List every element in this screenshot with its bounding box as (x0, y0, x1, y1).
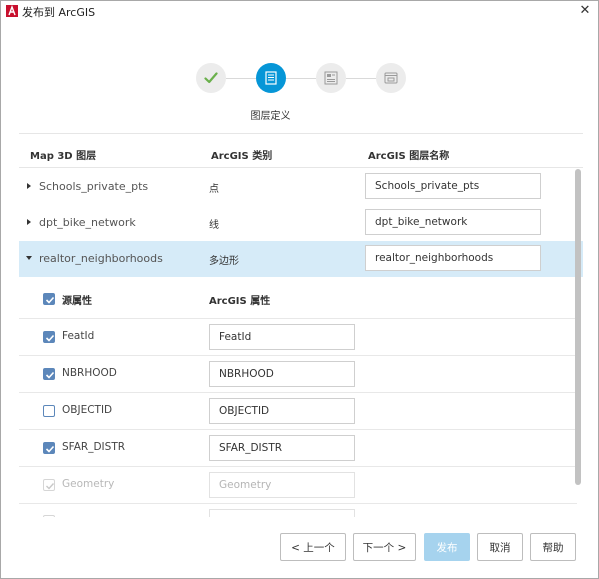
attribute-name: Geometry (62, 478, 115, 490)
layout-icon (324, 71, 338, 85)
checkmark-icon (45, 445, 55, 453)
attribute-row-partial (19, 503, 577, 517)
window-title: 发布到 ArcGIS (22, 6, 96, 19)
help-button[interactable]: 帮助 (530, 533, 576, 561)
arcgis-attribute-input[interactable] (209, 361, 355, 387)
title-bar: 发布到 ArcGIS ✕ (1, 1, 598, 23)
attribute-checkbox-disabled (43, 479, 55, 491)
attribute-list: 源属性 ArcGIS 属性 FeatId NBRHOOD OBJECTID (19, 277, 583, 517)
layer-category: 点 (209, 184, 219, 195)
column-header-layer: Map 3D 图层 (30, 151, 97, 162)
column-header-divider (19, 167, 583, 168)
step-connector (226, 78, 256, 79)
step-connector (286, 78, 316, 79)
attribute-row[interactable]: NBRHOOD (19, 355, 577, 391)
window-icon (384, 72, 398, 84)
attribute-row[interactable]: OBJECTID (19, 392, 577, 428)
layer-name: dpt_bike_network (39, 216, 136, 229)
arcgis-attribute-input[interactable] (209, 435, 355, 461)
arcgis-layer-name-input[interactable] (365, 245, 541, 271)
step-connector (346, 78, 376, 79)
column-header-arcgis-name: ArcGIS 图层名称 (368, 151, 450, 162)
layer-name: realtor_neighborhoods (39, 252, 163, 265)
expand-caret-icon[interactable] (27, 219, 31, 225)
arcgis-attribute-header: ArcGIS 属性 (209, 296, 271, 307)
attribute-checkbox[interactable] (43, 442, 55, 454)
wizard-stepper (1, 63, 599, 95)
arcgis-layer-name-input[interactable] (365, 209, 541, 235)
attribute-name: FeatId (62, 330, 95, 342)
check-icon (204, 72, 218, 84)
attribute-row[interactable]: FeatId (19, 318, 577, 354)
publish-dialog: 发布到 ArcGIS ✕ 图层定义 Map 3D 图层 ArcGIS 类别 Ar… (0, 0, 599, 579)
checkmark-icon (46, 483, 55, 490)
collapse-caret-icon[interactable] (26, 256, 32, 260)
layer-row[interactable]: dpt_bike_network 线 (19, 205, 583, 241)
attribute-checkbox-disabled (43, 515, 55, 517)
select-all-checkbox[interactable] (43, 293, 55, 305)
step-settings[interactable] (316, 63, 346, 93)
next-button[interactable]: 下一个 > (353, 533, 416, 561)
arcgis-attribute-input[interactable] (209, 398, 355, 424)
attribute-name: OBJECTID (62, 404, 113, 416)
step-layer-definition[interactable] (256, 63, 286, 93)
arcgis-layer-name-input[interactable] (365, 173, 541, 199)
arcgis-attribute-input-disabled (209, 472, 355, 498)
checkmark-icon (45, 296, 55, 304)
header-divider (19, 133, 583, 134)
step-publish[interactable] (376, 63, 406, 93)
active-step-label: 图层定义 (250, 111, 291, 122)
step-complete[interactable] (196, 63, 226, 93)
arcgis-attribute-input[interactable] (209, 324, 355, 350)
autocad-app-icon (6, 5, 18, 17)
layer-row[interactable]: Schools_private_pts 点 (19, 169, 583, 205)
arcgis-attribute-input-disabled (209, 509, 355, 517)
attribute-row-disabled: Geometry (19, 466, 577, 502)
close-button[interactable]: ✕ (578, 3, 592, 19)
cancel-button[interactable]: 取消 (477, 533, 523, 561)
previous-button[interactable]: < 上一个 (280, 533, 346, 561)
column-header-category: ArcGIS 类别 (211, 151, 273, 162)
checkmark-icon (45, 334, 55, 342)
attribute-name: SFAR_DISTR (62, 441, 126, 453)
source-attribute-header: 源属性 (62, 296, 92, 307)
layer-category: 线 (209, 220, 219, 231)
attribute-row[interactable]: SFAR_DISTR (19, 429, 577, 465)
attribute-header-row: 源属性 ArcGIS 属性 (19, 277, 577, 317)
attribute-name: NBRHOOD (62, 367, 117, 379)
vertical-scrollbar[interactable] (575, 169, 581, 485)
expand-caret-icon[interactable] (27, 183, 31, 189)
checkmark-icon (45, 371, 55, 379)
attribute-checkbox[interactable] (43, 405, 55, 417)
publish-button[interactable]: 发布 (424, 533, 470, 561)
layer-row-selected[interactable]: realtor_neighborhoods 多边形 (19, 241, 583, 277)
layer-name: Schools_private_pts (39, 180, 149, 193)
layer-category: 多边形 (209, 256, 239, 267)
attribute-checkbox[interactable] (43, 331, 55, 343)
document-icon (265, 71, 277, 85)
attribute-checkbox[interactable] (43, 368, 55, 380)
